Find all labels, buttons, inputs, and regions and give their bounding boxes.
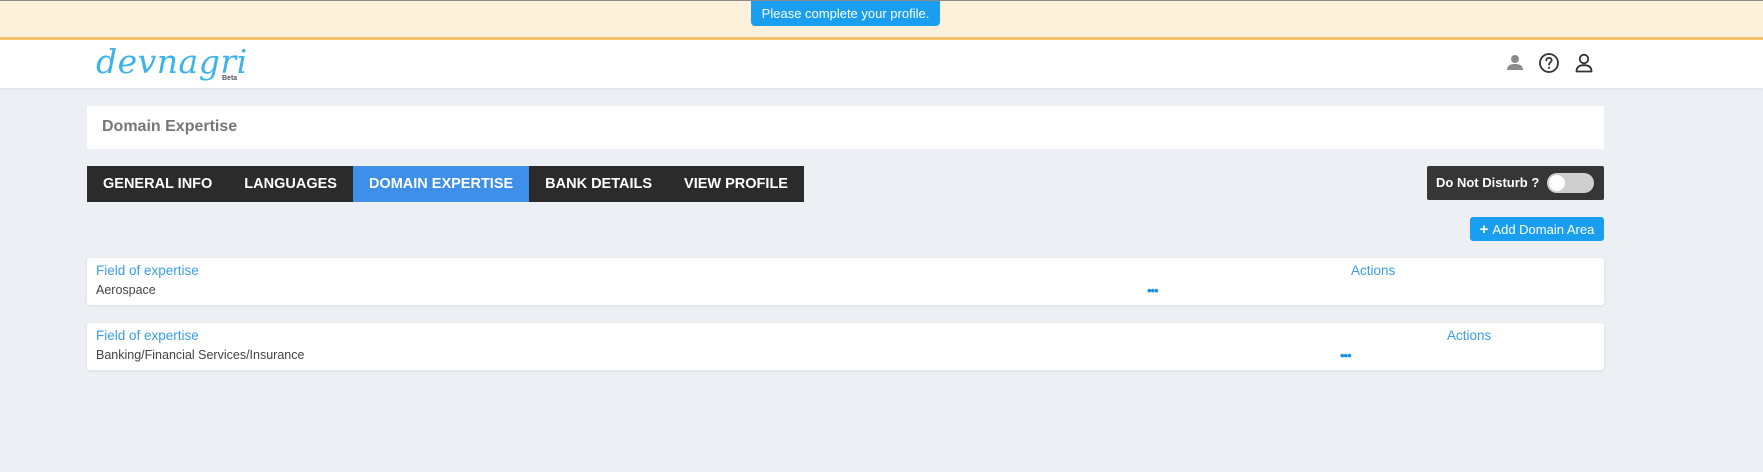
tab-view-profile[interactable]: VIEW PROFILE — [668, 166, 804, 202]
more-actions-icon[interactable]: ••• — [1340, 348, 1352, 363]
page-title-card: Domain Expertise — [87, 106, 1604, 149]
toggle-knob — [1549, 175, 1565, 191]
do-not-disturb-label: Do Not Disturb ? — [1436, 175, 1540, 190]
logo-beta-badge: Beta — [222, 75, 238, 82]
profile-tabs: GENERAL INFO LANGUAGES DOMAIN EXPERTISE … — [87, 166, 804, 202]
tab-domain-expertise[interactable]: DOMAIN EXPERTISE — [352, 166, 530, 202]
profile-notice-bar: Please complete your profile. — [0, 0, 1763, 40]
list-item: Field of expertise Actions Aerospace ••• — [87, 258, 1604, 305]
add-domain-area-label: Add Domain Area — [1492, 221, 1595, 237]
more-actions-icon[interactable]: ••• — [1147, 283, 1159, 298]
field-of-expertise-header: Field of expertise — [96, 263, 199, 278]
user-small-icon[interactable] — [1503, 51, 1527, 75]
do-not-disturb-toggle[interactable] — [1547, 173, 1594, 193]
complete-profile-notice[interactable]: Please complete your profile. — [751, 1, 940, 26]
tab-bank-details[interactable]: BANK DETAILS — [529, 166, 668, 202]
add-domain-area-button[interactable]: + Add Domain Area — [1470, 217, 1604, 241]
help-icon[interactable] — [1537, 51, 1561, 75]
user-account-icon[interactable] — [1572, 51, 1596, 75]
devnagri-logo[interactable]: devnagri Beta — [96, 43, 247, 87]
expertise-value: Banking/Financial Services/Insurance — [96, 348, 305, 362]
do-not-disturb-panel: Do Not Disturb ? — [1427, 166, 1604, 200]
field-of-expertise-header: Field of expertise — [96, 328, 199, 343]
tab-languages[interactable]: LANGUAGES — [228, 166, 353, 202]
actions-header: Actions — [1447, 328, 1492, 343]
plus-icon: + — [1479, 220, 1489, 238]
tab-general-info[interactable]: GENERAL INFO — [87, 166, 228, 202]
top-header: devnagri Beta — [0, 40, 1763, 88]
page-title: Domain Expertise — [102, 118, 238, 135]
list-item: Field of expertise Actions Banking/Finan… — [87, 323, 1604, 370]
actions-header: Actions — [1351, 263, 1396, 278]
expertise-value: Aerospace — [96, 283, 156, 297]
